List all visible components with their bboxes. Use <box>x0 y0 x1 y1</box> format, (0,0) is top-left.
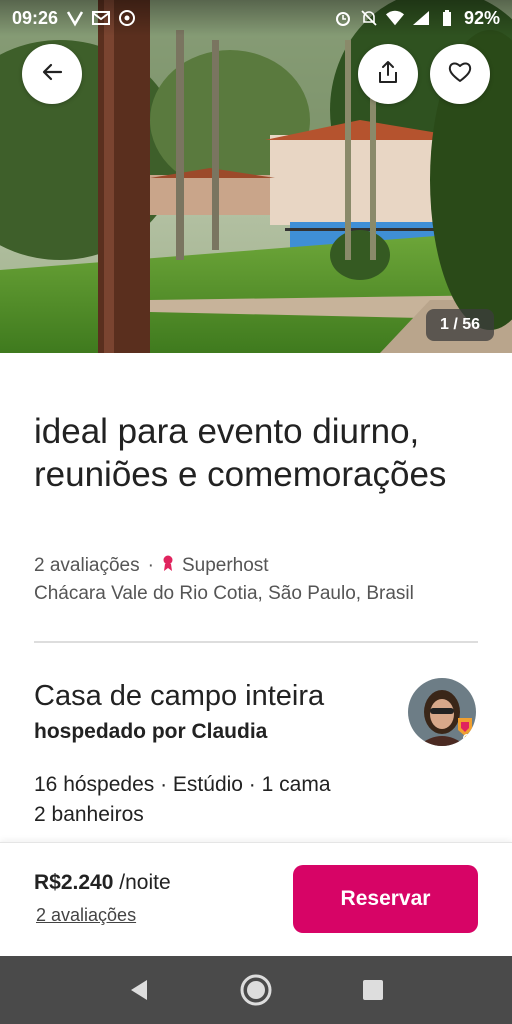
heart-icon <box>448 61 472 88</box>
listing-title: ideal para evento diurno, reuniões e com… <box>34 412 447 494</box>
listing-meta: 2 avaliações · Superhost <box>34 554 269 578</box>
meta-separator: · <box>147 555 154 576</box>
recents-square-icon <box>363 980 384 1000</box>
nav-home-button[interactable] <box>234 968 278 1012</box>
status-left: 09:26 <box>12 8 136 29</box>
nightly-price: R$2.240 /noite <box>34 871 171 895</box>
gmail-icon <box>92 9 111 27</box>
price-amount: R$2.240 <box>34 871 114 894</box>
arrow-left-icon <box>41 61 63 88</box>
capacity-line: 16 hóspedes · Estúdio · 1 cama <box>34 773 331 796</box>
reserve-button[interactable]: Reservar <box>293 865 478 933</box>
listing-photo[interactable] <box>0 0 512 353</box>
save-favorite-button[interactable] <box>430 44 490 104</box>
alarm-icon <box>334 9 352 27</box>
host-avatar[interactable] <box>408 678 476 746</box>
reviews-count[interactable]: 2 avaliações <box>34 555 140 577</box>
superhost-label: Superhost <box>181 555 269 576</box>
mute-icon <box>360 9 378 27</box>
status-right: 92% <box>334 8 500 29</box>
share-button[interactable] <box>358 44 418 104</box>
wifi-icon <box>385 9 404 27</box>
status-bar: 09:26 92% <box>0 0 512 36</box>
back-triangle-icon <box>130 980 147 1000</box>
whatsapp-icon <box>118 9 136 27</box>
nav-recents-button[interactable] <box>351 968 395 1012</box>
share-icon <box>377 60 399 89</box>
home-circle-icon <box>240 974 272 1006</box>
back-button[interactable] <box>22 44 82 104</box>
nav-back-button[interactable] <box>117 968 161 1012</box>
listing-location[interactable]: Chácara Vale do Rio Cotia, São Paulo, Br… <box>34 583 414 605</box>
battery-icon <box>438 9 456 27</box>
superhost-badge-icon <box>162 554 174 578</box>
property-type: Casa de campo inteira <box>34 680 325 712</box>
v-notification-icon <box>66 9 84 27</box>
status-time: 09:26 <box>12 7 59 28</box>
listing-details: 16 hóspedes · Estúdio · 1 cama 2 banheir… <box>34 770 331 830</box>
host-name: hospedado por Claudia <box>34 720 268 743</box>
host-photo <box>408 678 476 746</box>
battery-percent: 92% <box>463 7 500 28</box>
bathrooms-line: 2 banheiros <box>34 803 144 826</box>
photo-counter: 1 / 56 <box>425 309 494 341</box>
section-divider <box>34 641 478 643</box>
reviews-link[interactable]: 2 avaliações <box>36 905 136 926</box>
garden-photo <box>0 0 512 353</box>
price-unit: /noite <box>119 871 171 894</box>
system-nav-bar <box>0 956 512 1024</box>
signal-icon <box>412 9 430 27</box>
